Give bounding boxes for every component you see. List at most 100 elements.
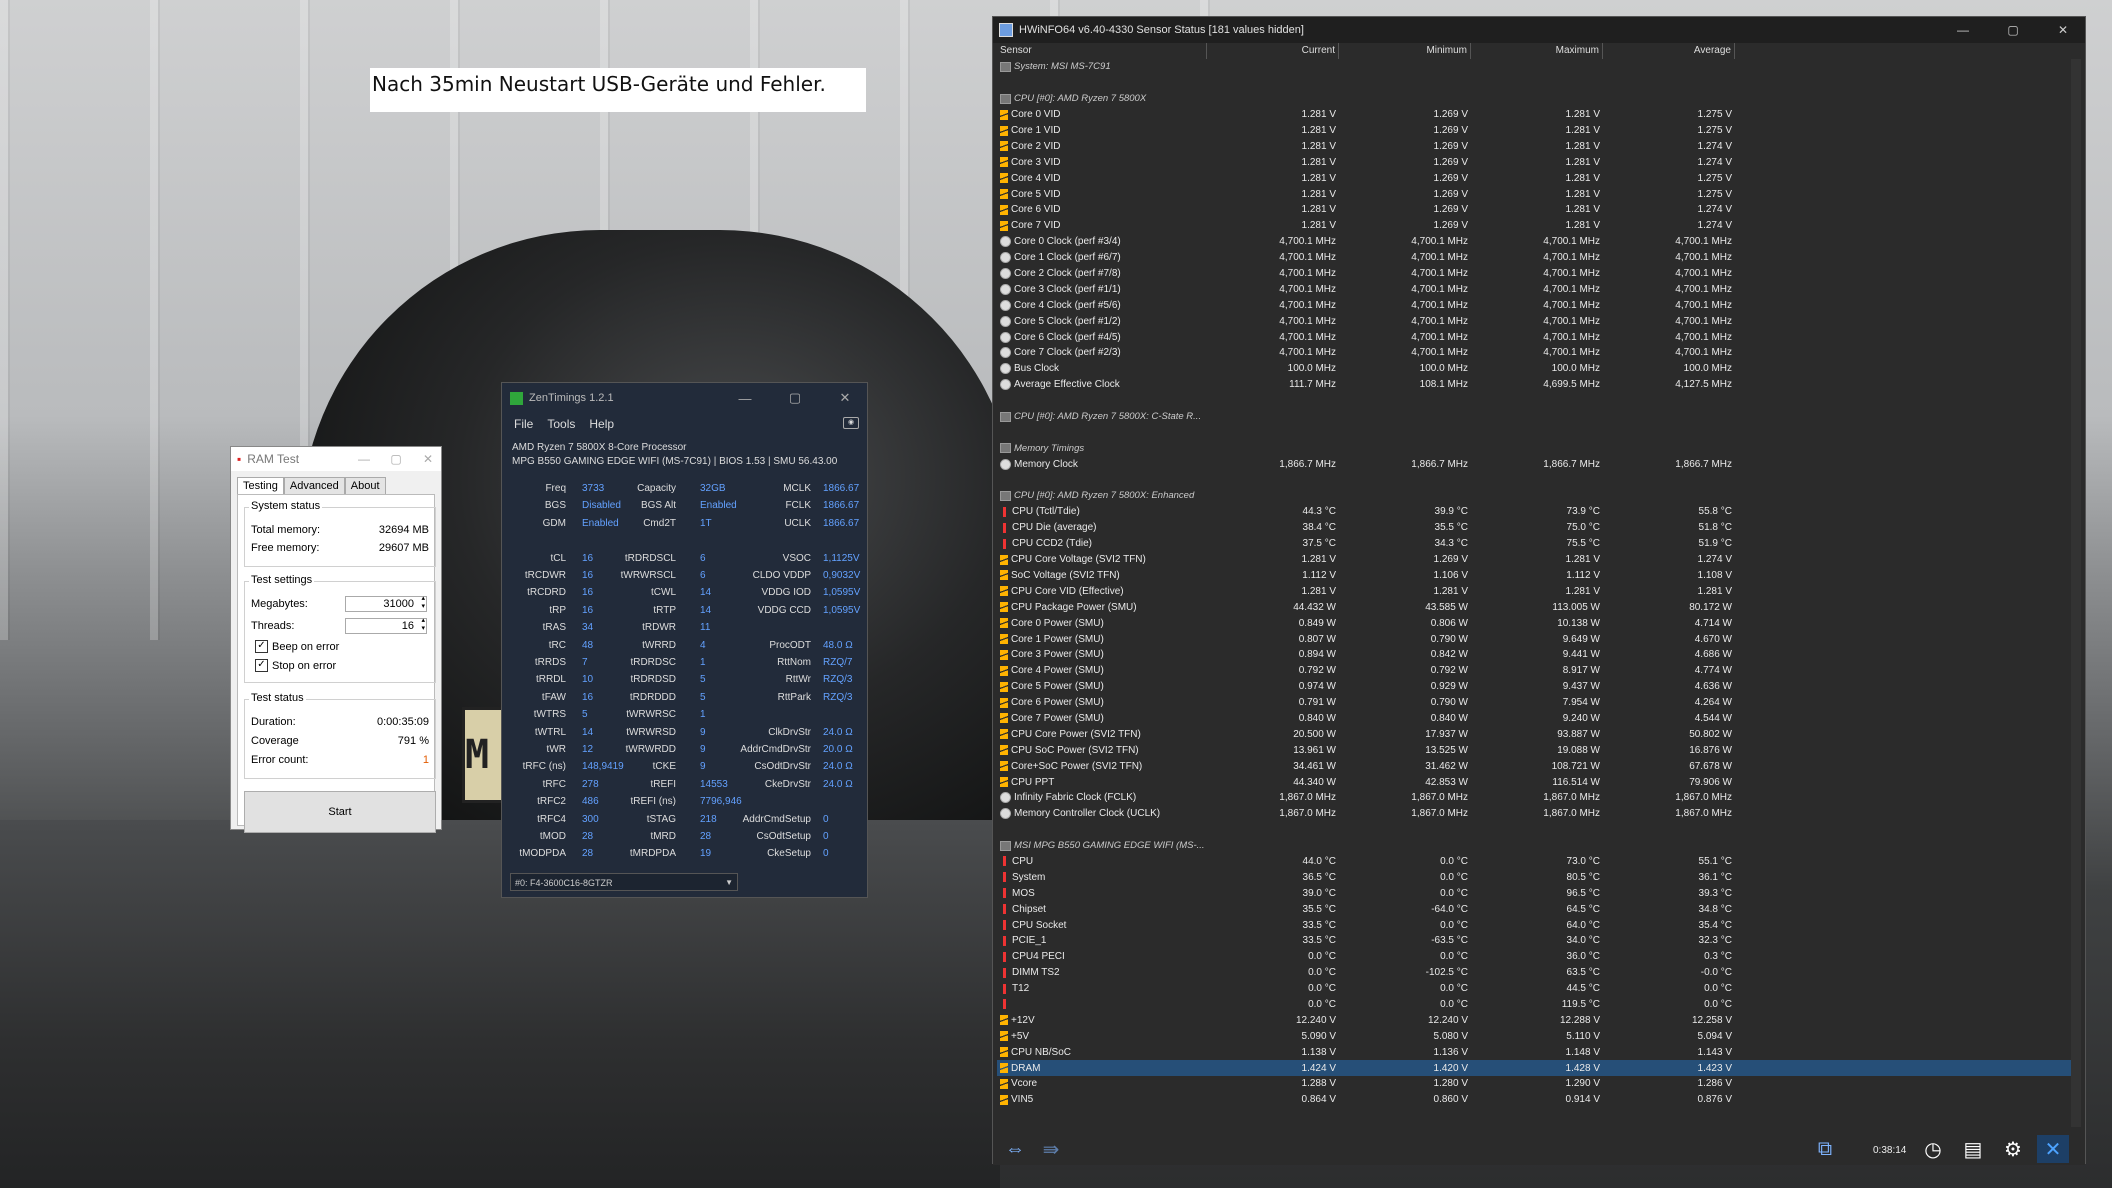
sensor-row[interactable]: CPU Core VID (Effective) 1.281 V 1.281 V 1.…	[997, 583, 2077, 599]
timing-label: tWRRD	[642, 639, 676, 651]
sensor-row[interactable]: Core 0 VID 1.281 V 1.269 V 1.281 V 1.275 V	[997, 107, 2077, 123]
sensor-row[interactable]: Vcore 1.288 V 1.280 V 1.290 V 1.286 V	[997, 1076, 2077, 1092]
sensor-row[interactable]: CPU PPT 44.340 W 42.853 W 116.514 W 79.906 W	[997, 774, 2077, 790]
tab-testing[interactable]: Testing	[237, 477, 284, 494]
maximize-icon[interactable]: ▢	[773, 390, 817, 406]
sensor-group-header[interactable]: System: MSI MS-7C91	[997, 59, 2077, 75]
sensor-row[interactable]: DRAM 1.424 V 1.420 V 1.428 V 1.423 V	[997, 1060, 2077, 1076]
sensor-row[interactable]: CPU Die (average) 38.4 °C 35.5 °C 75.0 °C 51…	[997, 520, 2077, 536]
close-icon[interactable]: ✕	[823, 390, 867, 406]
sensor-row[interactable]: Core 3 Power (SMU) 0.894 W 0.842 W 9.441 W 4…	[997, 647, 2077, 663]
sensor-row[interactable]: Core 2 Clock (perf #7/8) 4,700.1 MHz 4,700…	[997, 266, 2077, 282]
sensor-row[interactable]: Core 0 Clock (perf #3/4) 4,700.1 MHz 4,700…	[997, 234, 2077, 250]
sensor-row[interactable]: Memory Clock 1,866.7 MHz 1,866.7 MHz 1,866.…	[997, 456, 2077, 472]
start-button[interactable]: Start	[244, 791, 436, 833]
minimize-icon[interactable]: —	[723, 391, 767, 406]
sensor-row[interactable]: +12V 12.240 V 12.240 V 12.288 V 12.258 V	[997, 1012, 2077, 1028]
sensor-row[interactable]: CPU Package Power (SMU) 44.432 W 43.585 W 1…	[997, 599, 2077, 615]
sensor-row[interactable]: MOS 39.0 °C 0.0 °C 96.5 °C 39.3 °C	[997, 885, 2077, 901]
menu-tools[interactable]: Tools	[547, 417, 575, 431]
current-value: 4,700.1 MHz	[1279, 268, 1336, 280]
sensor-group-header[interactable]: CPU [#0]: AMD Ryzen 7 5800X: Enhanced	[997, 488, 2077, 504]
close-icon[interactable]: ✕	[2041, 23, 2085, 37]
sensor-row[interactable]: Memory Controller Clock (UCLK) 1,867.0 MH…	[997, 806, 2077, 822]
sensor-row[interactable]: CPU4 PECI 0.0 °C 0.0 °C 36.0 °C 0.3 °C	[997, 949, 2077, 965]
sensor-row[interactable]: Core 4 Power (SMU) 0.792 W 0.792 W 8.917 W 4…	[997, 663, 2077, 679]
sensor-row[interactable]: Chipset 35.5 °C -64.0 °C 64.5 °C 34.8 °C	[997, 901, 2077, 917]
tab-about[interactable]: About	[344, 477, 386, 494]
sensor-row[interactable]: Core 1 Power (SMU) 0.807 W 0.790 W 9.649 W 4…	[997, 631, 2077, 647]
menu-file[interactable]: File	[514, 417, 533, 431]
minimize-icon[interactable]: —	[351, 452, 377, 466]
sensor-row[interactable]: DIMM TS2 0.0 °C -102.5 °C 63.5 °C -0.0 °C	[997, 965, 2077, 981]
sensor-row[interactable]: Core 4 VID 1.281 V 1.269 V 1.281 V 1.275 V	[997, 170, 2077, 186]
sensor-group-header[interactable]: CPU [#0]: AMD Ryzen 7 5800X: C-State R..…	[997, 409, 2077, 425]
stop-on-error-checkbox[interactable]: ✓ Stop on error	[255, 659, 336, 672]
sensor-group-header[interactable]: MSI MPG B550 GAMING EDGE WIFI (MS-...	[997, 838, 2077, 854]
sensor-row[interactable]: Core+SoC Power (SVI2 TFN) 34.461 W 31.462 …	[997, 758, 2077, 774]
sensor-row[interactable]: Average Effective Clock 111.7 MHz 108.1 MH…	[997, 377, 2077, 393]
sensor-row[interactable]: Core 6 Power (SMU) 0.791 W 0.790 W 7.954 W 4…	[997, 695, 2077, 711]
maximize-icon[interactable]: ▢	[1991, 23, 2035, 37]
tab-advanced[interactable]: Advanced	[283, 477, 345, 494]
sensor-row[interactable]: CPU 44.0 °C 0.0 °C 73.0 °C 55.1 °C	[997, 854, 2077, 870]
sensor-row[interactable]: CPU CCD2 (Tdie) 37.5 °C 34.3 °C 75.5 °C 51.9…	[997, 536, 2077, 552]
sensor-row[interactable]: SoC Voltage (SVI2 TFN) 1.112 V 1.106 V 1.11…	[997, 568, 2077, 584]
sensor-row[interactable]: CPU SoC Power (SVI2 TFN) 13.961 W 13.525 W…	[997, 742, 2077, 758]
gear-icon[interactable]: ⚙	[1997, 1135, 2029, 1163]
column-current[interactable]: Current	[1207, 43, 1339, 59]
sensor-group-header[interactable]: CPU [#0]: AMD Ryzen 7 5800X	[997, 91, 2077, 107]
screenshot-camera-icon[interactable]: ◉	[843, 417, 859, 429]
sensor-row[interactable]: T12 0.0 °C 0.0 °C 44.5 °C 0.0 °C	[997, 981, 2077, 997]
sensor-row[interactable]: VIN5 0.864 V 0.860 V 0.914 V 0.876 V	[997, 1092, 2077, 1108]
megabytes-stepper[interactable]: 31000	[345, 595, 427, 612]
sensor-row[interactable]: Core 5 Clock (perf #1/2) 4,700.1 MHz 4,700…	[997, 313, 2077, 329]
maximize-icon[interactable]: ▢	[383, 452, 409, 466]
column-maximum[interactable]: Maximum	[1471, 43, 1603, 59]
sensor-row[interactable]: Core 2 VID 1.281 V 1.269 V 1.281 V 1.274 V	[997, 138, 2077, 154]
sensor-row[interactable]: Core 1 VID 1.281 V 1.269 V 1.281 V 1.275 V	[997, 123, 2077, 139]
sensor-row[interactable]: System 36.5 °C 0.0 °C 80.5 °C 36.1 °C	[997, 869, 2077, 885]
sensor-row[interactable]: Core 1 Clock (perf #6/7) 4,700.1 MHz 4,700…	[997, 250, 2077, 266]
nav-left-right-icon[interactable]: ⇔	[999, 1135, 1031, 1163]
scrollbar[interactable]	[2071, 59, 2081, 1127]
sensor-row[interactable]: Infinity Fabric Clock (FCLK) 1,867.0 MHz 1…	[997, 790, 2077, 806]
sensor-row[interactable]: CPU NB/SoC 1.138 V 1.136 V 1.148 V 1.143 V	[997, 1044, 2077, 1060]
sensor-row[interactable]: Core 7 Power (SMU) 0.840 W 0.840 W 9.240 W 4…	[997, 711, 2077, 727]
beep-on-error-checkbox[interactable]: ✓ Beep on error	[255, 640, 339, 653]
sensor-row[interactable]: Core 7 Clock (perf #2/3) 4,700.1 MHz 4,700…	[997, 345, 2077, 361]
threads-stepper[interactable]: 16	[345, 617, 427, 634]
menu-help[interactable]: Help	[589, 417, 614, 431]
sensor-row[interactable]: Core 4 Clock (perf #5/6) 4,700.1 MHz 4,700…	[997, 297, 2077, 313]
sensor-row[interactable]: Core 0 Power (SMU) 0.849 W 0.806 W 10.138 W…	[997, 615, 2077, 631]
sensor-row[interactable]: 0.0 °C 0.0 °C 119.5 °C 0.0 °C	[997, 997, 2077, 1013]
clock-icon[interactable]: ◷	[1917, 1135, 1949, 1163]
report-icon[interactable]: ▤	[1957, 1135, 1989, 1163]
sensor-row[interactable]: CPU Core Power (SVI2 TFN) 20.500 W 17.937 …	[997, 726, 2077, 742]
sensor-row[interactable]: Bus Clock 100.0 MHz 100.0 MHz 100.0 MHz 100.…	[997, 361, 2077, 377]
sensor-row[interactable]: Core 6 Clock (perf #4/5) 4,700.1 MHz 4,700…	[997, 329, 2077, 345]
column-average[interactable]: Average	[1603, 43, 1735, 59]
sensor-group-header[interactable]: Memory Timings	[997, 440, 2077, 456]
sensor-row[interactable]: Core 3 VID 1.281 V 1.269 V 1.281 V 1.274 V	[997, 154, 2077, 170]
sensor-row[interactable]: CPU (Tctl/Tdie) 44.3 °C 39.9 °C 73.9 °C 55.8…	[997, 504, 2077, 520]
column-minimum[interactable]: Minimum	[1339, 43, 1471, 59]
sensor-row[interactable]: Core 7 VID 1.281 V 1.269 V 1.281 V 1.274 V	[997, 218, 2077, 234]
network-icon[interactable]: ⧉	[1809, 1135, 1841, 1163]
column-sensor[interactable]: Sensor	[997, 43, 1207, 59]
error-count-label: Error count:	[251, 754, 309, 766]
sensor-row[interactable]: Core 5 VID 1.281 V 1.269 V 1.281 V 1.275 V	[997, 186, 2077, 202]
sensor-row[interactable]: CPU Core Voltage (SVI2 TFN) 1.281 V 1.269 …	[997, 552, 2077, 568]
nav-collapse-icon[interactable]: ⇛	[1035, 1135, 1067, 1163]
sensor-row[interactable]: PCIE_1 33.5 °C -63.5 °C 34.0 °C 32.3 °C	[997, 933, 2077, 949]
sensor-row[interactable]: Core 3 Clock (perf #1/1) 4,700.1 MHz 4,700…	[997, 281, 2077, 297]
hwinfo-titlebar: HWiNFO64 v6.40-4330 Sensor Status [181 v…	[993, 17, 2085, 43]
sensor-row[interactable]: CPU Socket 33.5 °C 0.0 °C 64.0 °C 35.4 °C	[997, 917, 2077, 933]
sensor-row[interactable]: Core 5 Power (SMU) 0.974 W 0.929 W 9.437 W 4…	[997, 679, 2077, 695]
sensor-row[interactable]: Core 6 VID 1.281 V 1.269 V 1.281 V 1.274 V	[997, 202, 2077, 218]
close-icon[interactable]: ✕	[415, 452, 441, 466]
dimm-select[interactable]: #0: F4-3600C16-8GTZR ▼	[510, 873, 738, 891]
sensor-row[interactable]: +5V 5.090 V 5.080 V 5.110 V 5.094 V	[997, 1028, 2077, 1044]
minimize-icon[interactable]: —	[1941, 23, 1985, 37]
close-icon[interactable]: ✕	[2037, 1135, 2069, 1163]
